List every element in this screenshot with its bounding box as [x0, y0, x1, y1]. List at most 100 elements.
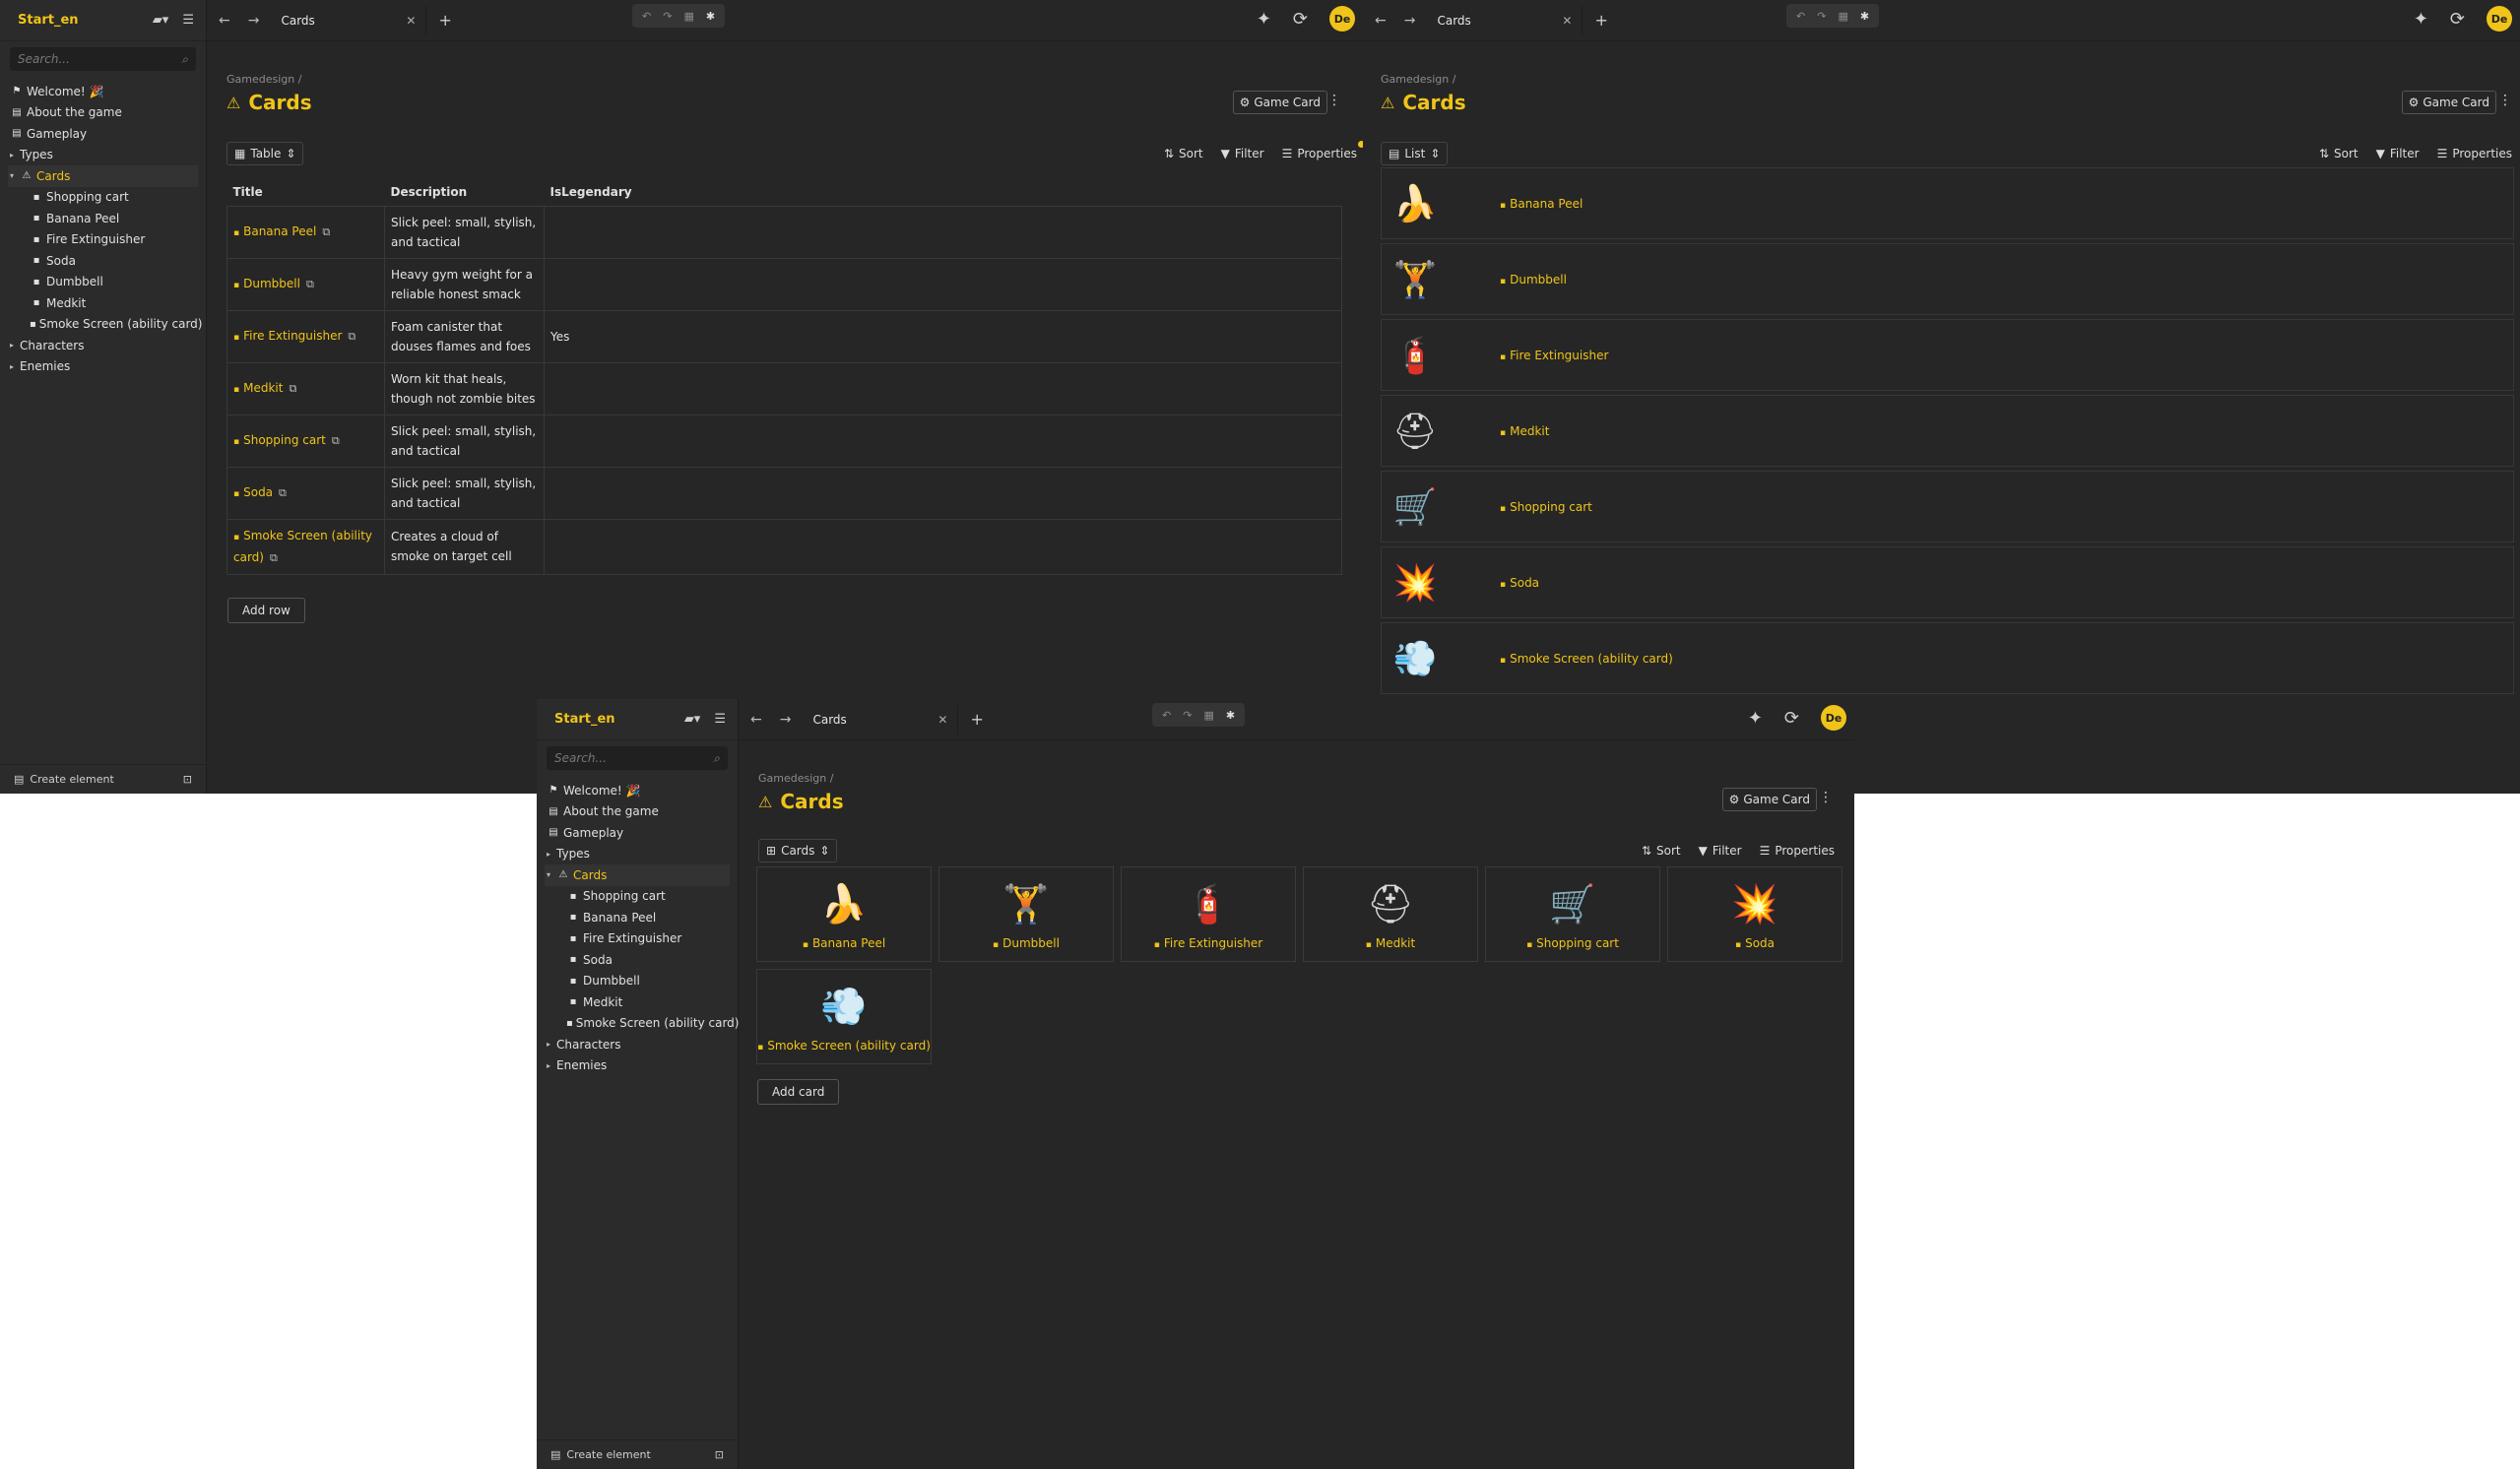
pin-icon[interactable]: ✱	[1226, 709, 1235, 722]
redo-icon[interactable]: ↷	[1817, 10, 1826, 23]
card-name[interactable]: Soda	[1510, 576, 1539, 590]
sidebar-item[interactable]: ▪ Shopping cart	[545, 886, 730, 908]
table-row[interactable]: ▪ Medkit ⧉ Worn kit that heals, though not …	[226, 361, 1342, 415]
sidebar-item[interactable]: ▪ Banana Peel	[545, 907, 730, 928]
sidebar-item[interactable]: ▤ Gameplay	[545, 822, 730, 844]
create-element-button[interactable]: Create element	[566, 1448, 714, 1461]
card-name[interactable]: Shopping cart	[1536, 936, 1619, 950]
pin-icon[interactable]: ✱	[706, 10, 715, 23]
sidebar-item[interactable]: ▤ About the game	[545, 801, 730, 823]
view-selector[interactable]: ▤ List ⇕	[1381, 142, 1449, 165]
workspace-name[interactable]: Start_en	[554, 712, 684, 727]
card-name[interactable]: Smoke Screen (ability card)	[767, 1039, 931, 1053]
card-title-link[interactable]: Fire Extinguisher	[243, 329, 342, 343]
islegendary-cell[interactable]	[544, 466, 1342, 520]
save-icon[interactable]: ▦	[683, 10, 693, 23]
description-cell[interactable]: Creates a cloud of smoke on target cell	[384, 518, 545, 575]
caret-right-icon[interactable]: ▸	[547, 1061, 554, 1070]
description-cell[interactable]: Slick peel: small, stylish, and tactical	[384, 466, 545, 520]
sidebar-item[interactable]: ▸ Enemies	[545, 1055, 730, 1077]
back-arrow-icon[interactable]: ←	[750, 712, 762, 728]
menu-icon[interactable]: ☰	[182, 13, 194, 28]
title-cell[interactable]: ▪ Medkit ⧉	[226, 361, 385, 415]
card-name[interactable]: Dumbbell	[1002, 936, 1060, 950]
gallery-card[interactable]: ⛑ ▪ Medkit	[1303, 866, 1478, 962]
sidebar-item[interactable]: ▸ Characters	[545, 1034, 730, 1055]
gallery-card[interactable]: 🍌 ▪ Banana Peel	[756, 866, 932, 962]
new-tab-icon[interactable]: +	[1583, 11, 1619, 30]
table-row[interactable]: ▪ Dumbbell ⧉ Heavy gym weight for a reliabl…	[226, 257, 1342, 311]
islegendary-cell[interactable]: Yes	[544, 309, 1342, 363]
close-icon[interactable]: ✕	[406, 14, 416, 28]
game-card-button[interactable]: ⚙ Game Card	[1721, 788, 1817, 811]
sidebar-item[interactable]: ▪ Smoke Screen (ability card)	[8, 314, 202, 336]
sidebar-item[interactable]: ▪ Soda	[8, 250, 198, 272]
caret-right-icon[interactable]: ▸	[547, 850, 554, 859]
sync-icon[interactable]: ⟳	[1293, 9, 1308, 30]
gallery-card[interactable]: 🧯 ▪ Fire Extinguisher	[1121, 866, 1296, 962]
description-cell[interactable]: Foam canister that douses flames and foe…	[384, 309, 545, 363]
filter-button[interactable]: ▼ Filter	[1699, 844, 1742, 858]
list-item[interactable]: 🧯 ▪ Fire Extinguisher	[1381, 319, 2514, 391]
list-item[interactable]: 🛒 ▪ Shopping cart	[1381, 471, 2514, 543]
list-item[interactable]: ⛑ ▪ Medkit	[1381, 395, 2514, 467]
add-row-button[interactable]: Add row	[227, 598, 305, 623]
table-row[interactable]: ▪ Soda ⧉ Slick peel: small, stylish, and ta…	[226, 466, 1342, 520]
properties-button[interactable]: ☰ Properties	[1760, 844, 1835, 858]
sidebar-item[interactable]: ▪ Medkit	[8, 292, 198, 314]
sidebar-item[interactable]: ▪ Medkit	[545, 991, 730, 1013]
sidebar-item[interactable]: ⚑ Welcome! 🎉	[545, 780, 730, 801]
sort-button[interactable]: ⇅ Sort	[1164, 147, 1203, 160]
card-name[interactable]: Dumbbell	[1510, 273, 1567, 287]
sidebar-item[interactable]: ▾ ⚠ Cards	[545, 864, 730, 886]
workspace-name[interactable]: Start_en	[18, 13, 153, 28]
open-external-icon[interactable]: ⧉	[348, 330, 355, 343]
sort-button[interactable]: ⇅ Sort	[1642, 844, 1681, 858]
view-selector[interactable]: ⊞ Cards ⇕	[758, 839, 838, 862]
islegendary-cell[interactable]	[544, 257, 1342, 311]
sidebar-item[interactable]: ▸ Enemies	[8, 356, 198, 378]
card-name[interactable]: Medkit	[1510, 424, 1549, 438]
redo-icon[interactable]: ↷	[663, 10, 672, 23]
description-cell[interactable]: Worn kit that heals, though not zombie b…	[384, 361, 545, 415]
column-header[interactable]: Title	[226, 179, 385, 207]
import-icon[interactable]: ⊡	[183, 773, 192, 786]
game-card-button[interactable]: ⚙ Game Card	[1232, 91, 1327, 114]
more-options-icon[interactable]: ⋮	[2498, 93, 2512, 108]
title-cell[interactable]: ▪ Dumbbell ⧉	[226, 257, 385, 311]
sort-button[interactable]: ⇅ Sort	[2319, 147, 2358, 160]
menu-icon[interactable]: ☰	[714, 712, 726, 727]
forward-arrow-icon[interactable]: →	[1404, 13, 1416, 29]
title-cell[interactable]: ▪ Soda ⧉	[226, 466, 385, 520]
pin-icon[interactable]: ✱	[1860, 10, 1869, 23]
card-title-link[interactable]: Banana Peel	[243, 224, 316, 238]
import-icon[interactable]: ⊡	[715, 1448, 724, 1461]
sidebar-item[interactable]: ▤ About the game	[8, 102, 198, 124]
breadcrumb[interactable]: Gamedesign /	[1381, 73, 1455, 86]
sidebar-item[interactable]: ▪ Dumbbell	[8, 272, 198, 293]
sidebar-item[interactable]: ▪ Smoke Screen (ability card)	[545, 1013, 739, 1035]
caret-right-icon[interactable]: ▸	[10, 151, 18, 160]
islegendary-cell[interactable]	[544, 205, 1342, 259]
sidebar-item[interactable]: ▪ Fire Extinguisher	[8, 229, 198, 251]
undo-icon[interactable]: ↶	[1796, 10, 1805, 23]
card-name[interactable]: Medkit	[1376, 936, 1415, 950]
breadcrumb[interactable]: Gamedesign /	[758, 772, 833, 785]
gallery-card[interactable]: 💥 ▪ Soda	[1667, 866, 1842, 962]
undo-icon[interactable]: ↶	[1162, 709, 1171, 722]
card-name[interactable]: Banana Peel	[812, 936, 885, 950]
close-icon[interactable]: ✕	[937, 713, 947, 727]
forward-arrow-icon[interactable]: →	[248, 13, 260, 29]
game-card-button[interactable]: ⚙ Game Card	[2401, 91, 2496, 114]
table-row[interactable]: ▪ Banana Peel ⧉ Slick peel: small, stylish,…	[226, 205, 1342, 259]
chat-icon[interactable]: ▰▾	[153, 13, 169, 28]
avatar[interactable]: De	[2487, 6, 2512, 32]
redo-icon[interactable]: ↷	[1183, 709, 1192, 722]
table-row[interactable]: ▪ Fire Extinguisher ⧉ Foam canister that do…	[226, 309, 1342, 363]
card-name[interactable]: Shopping cart	[1510, 500, 1592, 514]
list-item[interactable]: 🍌 ▪ Banana Peel	[1381, 167, 2514, 239]
filter-button[interactable]: ▼ Filter	[1221, 147, 1264, 160]
list-item[interactable]: 💥 ▪ Soda	[1381, 546, 2514, 618]
caret-right-icon[interactable]: ▸	[10, 362, 18, 371]
filter-button[interactable]: ▼ Filter	[2376, 147, 2420, 160]
